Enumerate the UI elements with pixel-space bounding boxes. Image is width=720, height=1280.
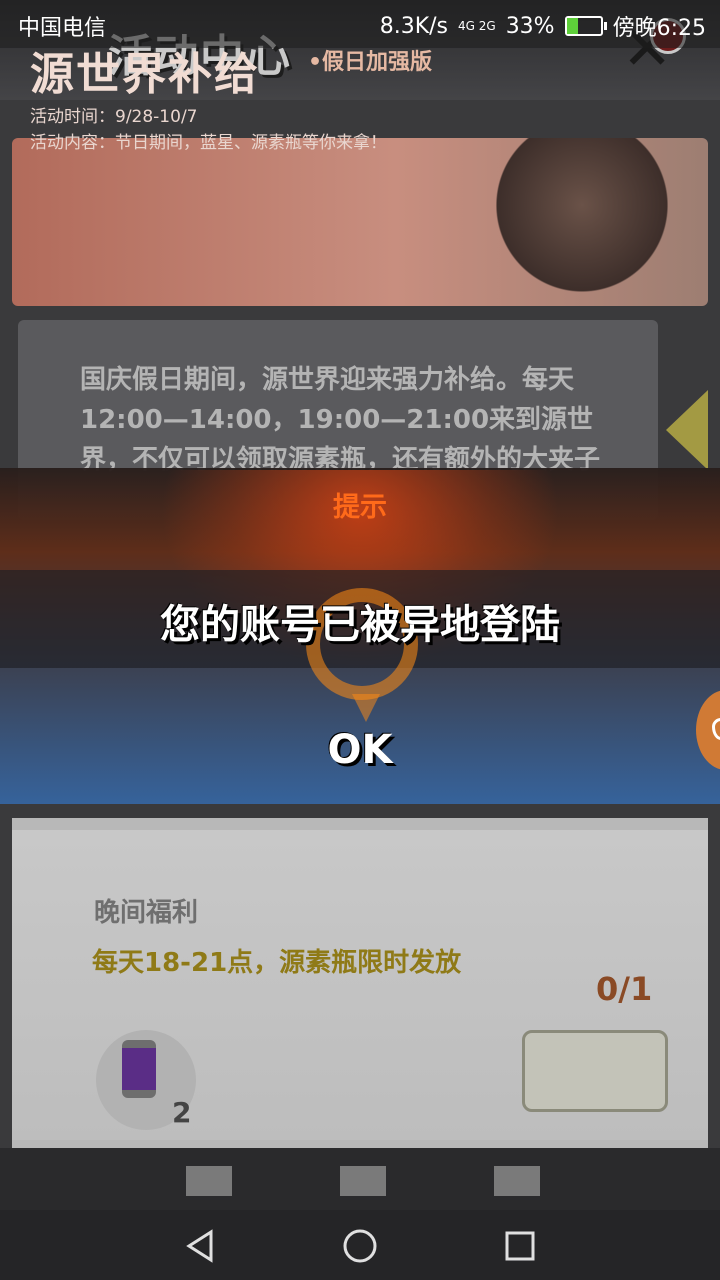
claim-button[interactable]	[522, 1030, 668, 1112]
banner-content: 活动内容：节日期间，蓝星、源素瓶等你来拿！	[30, 133, 387, 153]
reward-progress: 0/1	[596, 970, 653, 1008]
reward-description: 每天18-21点，源素瓶限时发放	[92, 948, 462, 978]
network-type: 4G 2G	[458, 19, 496, 33]
character-illustration	[482, 138, 682, 306]
recent-apps-icon[interactable]	[500, 1226, 540, 1266]
battery-icon	[564, 16, 607, 36]
status-right: 8.3K/s 4G 2G 33% 傍晚6:25	[380, 10, 706, 42]
description-text: 国庆假日期间，源世界迎来强力补给。每天12:00—14:00，19:00—21:…	[80, 365, 601, 475]
home-icon[interactable]	[340, 1226, 380, 1266]
signal-icon: 4G 2G	[458, 20, 496, 32]
tab-indicator-3[interactable]	[494, 1166, 540, 1196]
dialog-message: 您的账号已被异地登陆	[160, 602, 560, 648]
battery-percent: 33%	[505, 13, 555, 39]
banner-subtitle: •假日加强版	[308, 50, 433, 75]
ok-button[interactable]: OK	[300, 718, 420, 782]
tab-indicator-1[interactable]	[186, 1166, 232, 1196]
tab-indicator-2[interactable]	[340, 1166, 386, 1196]
clock: 傍晚6:25	[612, 16, 706, 41]
dialog-title: 提示	[333, 492, 387, 523]
banner-time: 活动时间：9/28-10/7	[30, 107, 198, 127]
event-banner[interactable]	[12, 138, 708, 306]
arrow-right-icon[interactable]	[666, 390, 708, 470]
potion-jar-icon	[122, 1040, 156, 1098]
reward-title: 晚间福利	[94, 898, 199, 928]
network-speed: 8.3K/s	[379, 13, 448, 39]
status-bar: 中国电信 8.3K/s 4G 2G 33% 傍晚6:25	[0, 0, 720, 48]
carrier-label: 中国电信	[18, 16, 107, 41]
back-icon[interactable]	[180, 1226, 220, 1266]
battery-fill	[566, 18, 578, 34]
item-count: 2	[172, 1096, 192, 1129]
